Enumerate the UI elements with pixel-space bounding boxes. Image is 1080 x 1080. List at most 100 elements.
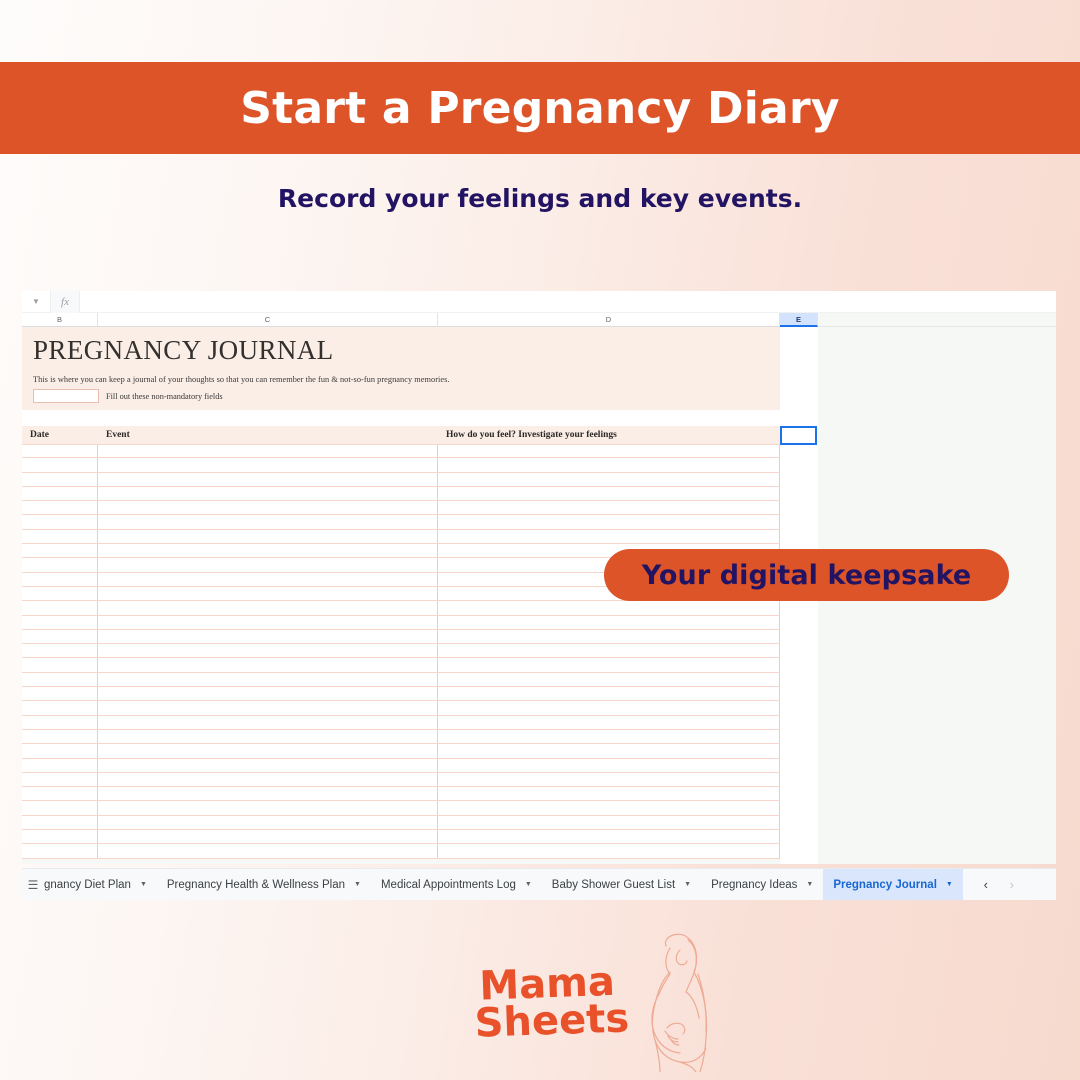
table-row[interactable] bbox=[22, 801, 780, 816]
table-cell[interactable] bbox=[22, 515, 98, 529]
table-cell[interactable] bbox=[22, 801, 98, 815]
table-row[interactable] bbox=[22, 486, 780, 502]
table-row[interactable] bbox=[22, 501, 780, 516]
table-row[interactable] bbox=[22, 515, 780, 530]
table-row[interactable] bbox=[22, 830, 780, 845]
table-cell[interactable] bbox=[22, 672, 98, 687]
caret-down-icon[interactable]: ▼ bbox=[806, 881, 813, 888]
table-cell[interactable] bbox=[98, 472, 438, 486]
table-row[interactable] bbox=[22, 529, 780, 545]
chevron-left-icon[interactable]: ‹ bbox=[973, 869, 999, 900]
table-cell[interactable] bbox=[438, 629, 780, 644]
table-cell[interactable] bbox=[438, 515, 780, 529]
table-row[interactable] bbox=[22, 758, 780, 773]
table-cell[interactable] bbox=[22, 687, 98, 701]
table-cell[interactable] bbox=[98, 515, 438, 529]
table-cell[interactable] bbox=[98, 844, 438, 858]
table-cell[interactable] bbox=[98, 687, 438, 701]
table-cell[interactable] bbox=[98, 572, 438, 586]
table-cell[interactable] bbox=[22, 815, 98, 830]
column-header-c[interactable]: C bbox=[98, 313, 438, 327]
formula-input[interactable] bbox=[80, 291, 1056, 313]
table-cell[interactable] bbox=[98, 658, 438, 672]
sheet-tab-baby-shower-guest-list[interactable]: Baby Shower Guest List ▼ bbox=[542, 869, 701, 900]
table-cell[interactable] bbox=[98, 787, 438, 801]
table-cell[interactable] bbox=[98, 729, 438, 744]
table-row[interactable] bbox=[22, 615, 780, 630]
table-cell[interactable] bbox=[98, 772, 438, 787]
table-cell[interactable] bbox=[22, 629, 98, 644]
table-cell[interactable] bbox=[98, 701, 438, 715]
table-cell[interactable] bbox=[438, 501, 780, 515]
table-cell[interactable] bbox=[98, 758, 438, 772]
table-cell[interactable] bbox=[438, 644, 780, 658]
table-cell[interactable] bbox=[438, 758, 780, 772]
table-cell[interactable] bbox=[438, 472, 780, 486]
table-cell[interactable] bbox=[438, 801, 780, 815]
table-cell[interactable] bbox=[98, 615, 438, 629]
caret-down-icon[interactable]: ▼ bbox=[525, 881, 532, 888]
table-cell[interactable] bbox=[98, 744, 438, 758]
sheet-tab-pregnancy-health-wellness-plan[interactable]: Pregnancy Health & Wellness Plan ▼ bbox=[157, 869, 371, 900]
table-cell[interactable] bbox=[98, 644, 438, 658]
sheet-tab-medical-appointments-log[interactable]: Medical Appointments Log ▼ bbox=[371, 869, 542, 900]
caret-down-icon[interactable]: ▼ bbox=[354, 881, 361, 888]
table-cell[interactable] bbox=[438, 687, 780, 701]
table-cell[interactable] bbox=[438, 672, 780, 687]
table-cell[interactable] bbox=[22, 701, 98, 715]
table-cell[interactable] bbox=[98, 629, 438, 644]
column-header-b[interactable]: B bbox=[22, 313, 98, 327]
table-row[interactable] bbox=[22, 715, 780, 730]
sheet-tab-pregnancy-journal[interactable]: Pregnancy Journal ▼ bbox=[823, 869, 963, 900]
table-cell[interactable] bbox=[98, 672, 438, 687]
table-cell[interactable] bbox=[22, 758, 98, 772]
table-row[interactable] bbox=[22, 687, 780, 702]
table-cell[interactable] bbox=[22, 472, 98, 486]
selected-cell-e[interactable] bbox=[780, 426, 817, 445]
non-mandatory-input[interactable] bbox=[33, 389, 99, 403]
table-cell[interactable] bbox=[438, 787, 780, 801]
table-cell[interactable] bbox=[438, 715, 780, 729]
table-cell[interactable] bbox=[98, 801, 438, 815]
table-cell[interactable] bbox=[22, 501, 98, 515]
table-cell[interactable] bbox=[98, 715, 438, 729]
table-cell[interactable] bbox=[438, 815, 780, 830]
table-cell[interactable] bbox=[438, 458, 780, 472]
table-cell[interactable] bbox=[438, 729, 780, 744]
column-header-d[interactable]: D bbox=[438, 313, 780, 327]
sheet-tab-gnancy-diet-plan[interactable]: gnancy Diet Plan ▼ bbox=[44, 869, 157, 900]
caret-down-icon[interactable]: ▼ bbox=[684, 881, 691, 888]
table-cell[interactable] bbox=[98, 558, 438, 572]
table-cell[interactable] bbox=[438, 701, 780, 715]
table-cell[interactable] bbox=[22, 830, 98, 844]
table-row[interactable] bbox=[22, 744, 780, 759]
table-cell[interactable] bbox=[438, 601, 780, 615]
table-row[interactable] bbox=[22, 444, 780, 459]
table-cell[interactable] bbox=[438, 615, 780, 629]
table-cell[interactable] bbox=[22, 458, 98, 472]
table-row[interactable] bbox=[22, 787, 780, 802]
table-cell[interactable] bbox=[98, 586, 438, 601]
table-cell[interactable] bbox=[22, 486, 98, 501]
table-cell[interactable] bbox=[22, 729, 98, 744]
table-cell[interactable] bbox=[22, 772, 98, 787]
table-row[interactable] bbox=[22, 729, 780, 745]
table-cell[interactable] bbox=[438, 658, 780, 672]
table-cell[interactable] bbox=[22, 615, 98, 629]
table-cell[interactable] bbox=[438, 844, 780, 858]
table-cell[interactable] bbox=[22, 844, 98, 858]
table-cell[interactable] bbox=[22, 787, 98, 801]
table-row[interactable] bbox=[22, 658, 780, 673]
chevron-down-icon[interactable]: ▼ bbox=[22, 291, 50, 313]
table-cell[interactable] bbox=[22, 572, 98, 586]
table-row[interactable] bbox=[22, 815, 780, 831]
table-row[interactable] bbox=[22, 701, 780, 716]
table-cell[interactable] bbox=[98, 601, 438, 615]
table-cell[interactable] bbox=[22, 644, 98, 658]
table-row[interactable] bbox=[22, 672, 780, 688]
table-row[interactable] bbox=[22, 472, 780, 487]
sheet-tab-pregnancy-ideas[interactable]: Pregnancy Ideas ▼ bbox=[701, 869, 823, 900]
table-cell[interactable] bbox=[22, 529, 98, 544]
caret-down-icon[interactable]: ▼ bbox=[946, 881, 953, 888]
table-row[interactable] bbox=[22, 844, 780, 859]
